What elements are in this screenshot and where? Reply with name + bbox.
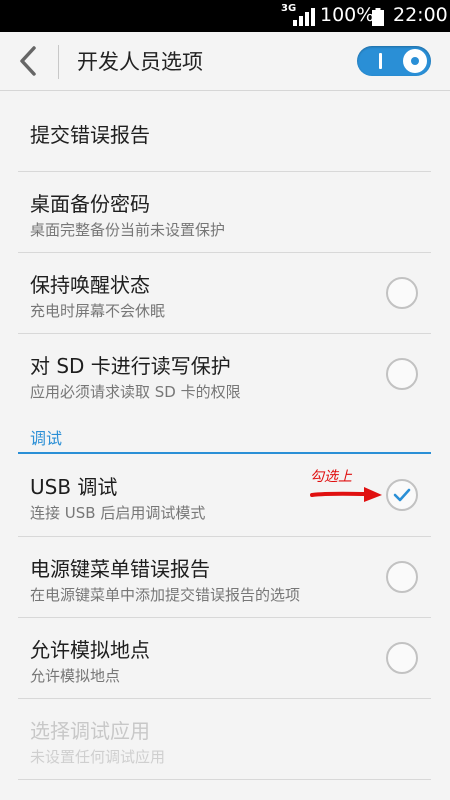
signal-icon bbox=[293, 8, 315, 26]
setting-select-debug-app: 选择调试应用 未设置任何调试应用 bbox=[0, 699, 450, 779]
setting-subtitle: 允许模拟地点 bbox=[30, 667, 121, 685]
section-header-debug: 调试 bbox=[30, 429, 63, 448]
setting-submit-bug-report[interactable]: 提交错误报告 bbox=[0, 91, 450, 171]
battery-icon bbox=[372, 8, 384, 26]
battery-percent: 100% bbox=[320, 4, 375, 26]
mock-locations-checkbox[interactable] bbox=[386, 642, 418, 674]
setting-stay-awake[interactable]: 保持唤醒状态 充电时屏幕不会休眠 bbox=[0, 253, 450, 333]
developer-options-toggle[interactable] bbox=[357, 46, 431, 76]
title-divider bbox=[58, 45, 59, 79]
setting-allow-mock-locations[interactable]: 允许模拟地点 允许模拟地点 bbox=[0, 618, 450, 698]
setting-title: 电源键菜单错误报告 bbox=[30, 557, 210, 581]
setting-subtitle: 未设置任何调试应用 bbox=[30, 748, 166, 766]
divider bbox=[18, 779, 431, 780]
setting-subtitle: 连接 USB 后启用调试模式 bbox=[30, 504, 206, 522]
stay-awake-checkbox[interactable] bbox=[386, 277, 418, 309]
switch-knob bbox=[403, 49, 427, 73]
setting-title: 保持唤醒状态 bbox=[30, 273, 150, 297]
page-title: 开发人员选项 bbox=[77, 50, 203, 74]
setting-subtitle: 在电源键菜单中添加提交错误报告的选项 bbox=[30, 586, 301, 604]
setting-subtitle: 充电时屏幕不会休眠 bbox=[30, 302, 166, 320]
title-bar: 开发人员选项 bbox=[0, 32, 450, 91]
switch-on-indicator bbox=[379, 53, 382, 69]
setting-subtitle: 桌面完整备份当前未设置保护 bbox=[30, 221, 226, 239]
setting-title: 允许模拟地点 bbox=[30, 638, 150, 662]
status-bar: 3G 100% 22:00 bbox=[0, 0, 450, 32]
setting-desktop-backup-password[interactable]: 桌面备份密码 桌面完整备份当前未设置保护 bbox=[0, 172, 450, 252]
setting-title: 提交错误报告 bbox=[30, 123, 150, 147]
section-divider bbox=[18, 452, 431, 454]
setting-title: USB 调试 bbox=[30, 475, 118, 499]
power-menu-bug-report-checkbox[interactable] bbox=[386, 561, 418, 593]
clock: 22:00 bbox=[393, 4, 448, 26]
usb-debugging-checkbox[interactable] bbox=[386, 479, 418, 511]
setting-title: 桌面备份密码 bbox=[30, 192, 150, 216]
red-arrow-icon bbox=[310, 487, 382, 502]
annotation-label: 勾选上 bbox=[310, 469, 352, 485]
setting-sd-card-protect[interactable]: 对 SD 卡进行读写保护 应用必须请求读取 SD 卡的权限 bbox=[0, 334, 450, 414]
setting-title: 对 SD 卡进行读写保护 bbox=[30, 354, 231, 378]
sd-card-protect-checkbox[interactable] bbox=[386, 358, 418, 390]
setting-subtitle: 应用必须请求读取 SD 卡的权限 bbox=[30, 383, 241, 401]
back-arrow-icon[interactable] bbox=[14, 45, 44, 77]
setting-usb-debugging[interactable]: USB 调试 连接 USB 后启用调试模式 bbox=[0, 455, 450, 535]
setting-power-menu-bug-report[interactable]: 电源键菜单错误报告 在电源键菜单中添加提交错误报告的选项 bbox=[0, 537, 450, 617]
checkmark-icon bbox=[393, 488, 411, 502]
setting-title: 选择调试应用 bbox=[30, 719, 150, 743]
